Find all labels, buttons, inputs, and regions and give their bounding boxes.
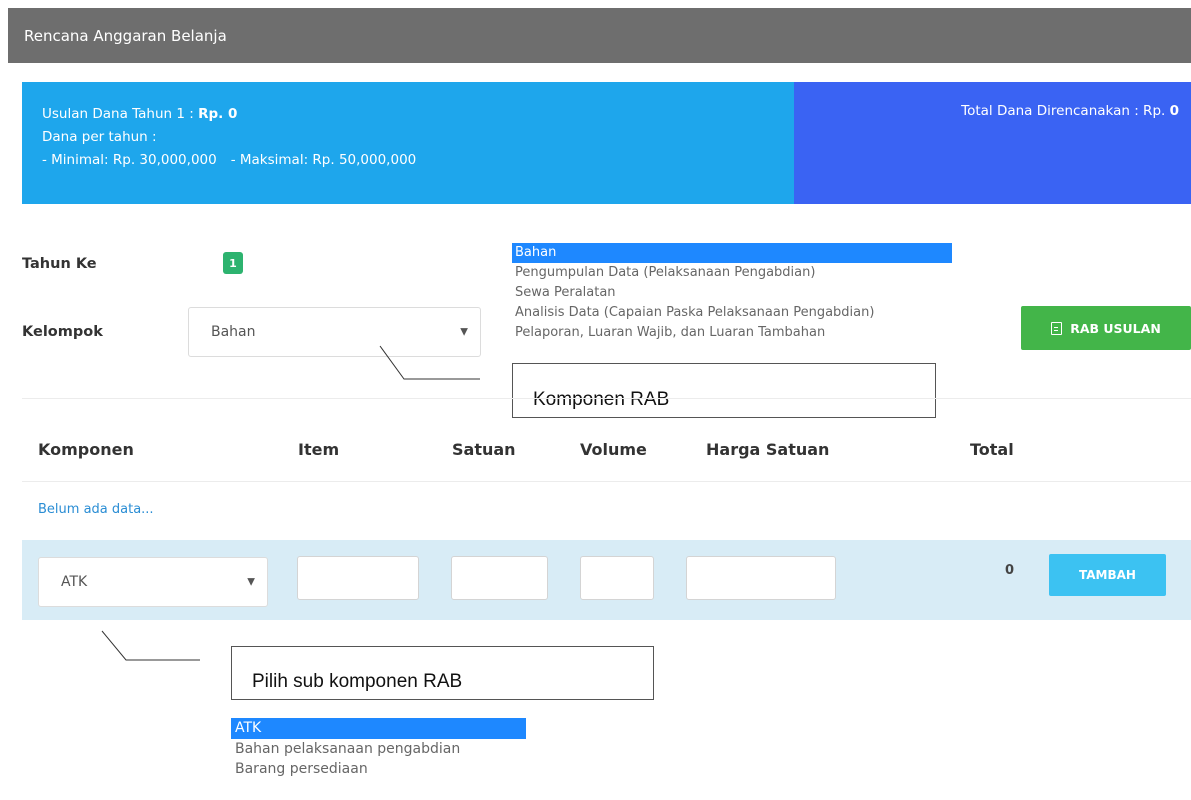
sub-komponen-option[interactable]: ATK — [231, 718, 526, 739]
dana-range: - Minimal: Rp. 30,000,000 - Maksimal: Rp.… — [42, 149, 794, 172]
callout-sub-komponen: Pilih sub komponen RAB — [231, 646, 654, 700]
sub-komponen-option[interactable]: Bahan pelaksanaan pengabdian — [231, 739, 526, 760]
th-total: Total — [970, 440, 1014, 459]
document-icon — [1051, 321, 1063, 335]
th-item: Item — [298, 440, 340, 459]
rab-usulan-button[interactable]: RAB USULAN — [1021, 306, 1191, 350]
kelompok-option[interactable]: Pelaporan, Luaran Wajib, dan Luaran Tamb… — [512, 323, 952, 343]
total-dana-value: 0 — [1169, 103, 1179, 119]
panel-title: Rencana Anggaran Belanja — [24, 26, 227, 45]
th-volume: Volume — [580, 440, 647, 459]
dana-per-tahun: Dana per tahun : — [42, 129, 157, 145]
divider — [22, 398, 1191, 399]
sub-komponen-options-list: ATK Bahan pelaksanaan pengabdian Barang … — [231, 718, 526, 780]
callout-sub-komponen-text: Pilih sub komponen RAB — [252, 671, 463, 692]
kelompok-label: Kelompok — [22, 324, 103, 340]
connector-sub-komponen — [101, 630, 200, 661]
item-input[interactable] — [297, 556, 419, 600]
kelompok-options-list: Bahan Pengumpulan Data (Pelaksanaan Peng… — [512, 243, 952, 343]
sub-komponen-select[interactable]: ATK ▼ — [38, 557, 268, 607]
tahun-badge: 1 — [223, 252, 243, 274]
info-right: Total Dana Direncanakan : Rp. 0 — [794, 82, 1191, 204]
info-box: Usulan Dana Tahun 1 : Rp. 0 Dana per tah… — [22, 82, 1191, 204]
panel-header: Rencana Anggaran Belanja — [8, 8, 1191, 63]
sub-komponen-option[interactable]: Barang persediaan — [231, 759, 526, 780]
kelompok-option[interactable]: Pengumpulan Data (Pelaksanaan Pengabdian… — [512, 263, 952, 283]
kelompok-select-value: Bahan — [211, 324, 256, 340]
volume-input[interactable] — [580, 556, 654, 600]
harga-satuan-input[interactable] — [686, 556, 836, 600]
minimal-value: - Minimal: Rp. 30,000,000 — [42, 152, 217, 168]
kelompok-option[interactable]: Bahan — [512, 243, 952, 263]
kelompok-option[interactable]: Sewa Peralatan — [512, 283, 952, 303]
tambah-button[interactable]: TAMBAH — [1049, 554, 1166, 596]
kelompok-select[interactable]: Bahan ▼ — [188, 307, 481, 357]
usulan-line: Usulan Dana Tahun 1 : Rp. 0 — [42, 106, 238, 122]
caret-down-icon: ▼ — [460, 326, 468, 338]
divider — [22, 481, 1191, 482]
total-dana-label: Total Dana Direncanakan : Rp. — [961, 103, 1170, 119]
callout-komponen: Komponen RAB — [512, 363, 936, 418]
empty-state-text: Belum ada data... — [38, 502, 154, 517]
rab-usulan-label: RAB USULAN — [1070, 320, 1161, 336]
satuan-input[interactable] — [451, 556, 548, 600]
th-satuan: Satuan — [452, 440, 516, 459]
maksimal-value: - Maksimal: Rp. 50,000,000 — [230, 152, 417, 168]
callout-komponen-text: Komponen RAB — [533, 389, 670, 410]
row-total-value: 0 — [1005, 563, 1015, 578]
th-komponen: Komponen — [38, 440, 134, 459]
sub-komponen-select-value: ATK — [61, 574, 88, 590]
th-harga-satuan: Harga Satuan — [706, 440, 830, 459]
usulan-value: Rp. 0 — [198, 106, 238, 122]
info-left: Usulan Dana Tahun 1 : Rp. 0 Dana per tah… — [22, 82, 794, 204]
tahun-label: Tahun Ke — [22, 256, 97, 272]
kelompok-option[interactable]: Analisis Data (Capaian Paska Pelaksanaan… — [512, 303, 952, 323]
caret-down-icon: ▼ — [247, 576, 255, 588]
